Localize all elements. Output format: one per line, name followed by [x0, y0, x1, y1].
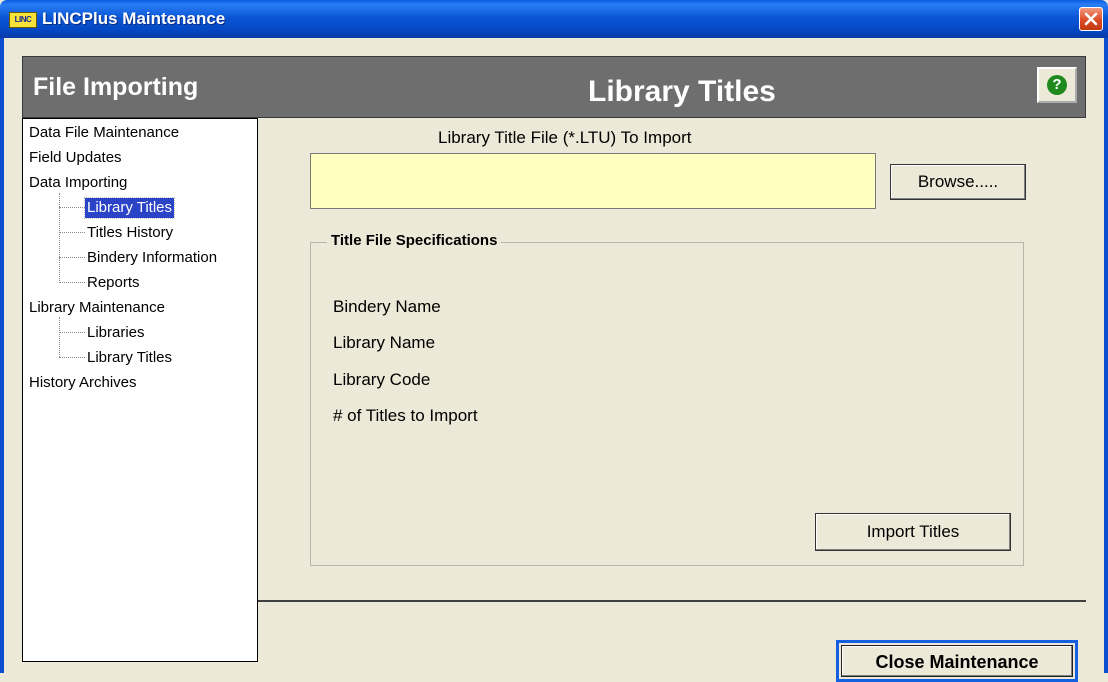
help-icon: ?: [1047, 75, 1067, 95]
tree-connector: [59, 332, 85, 333]
tree-connector: [59, 232, 85, 233]
section-title: File Importing: [33, 73, 199, 101]
main-panel: Library Title File (*.LTU) To Import Bro…: [258, 118, 1086, 602]
tree-connector: [59, 282, 85, 283]
page-title: Library Titles: [588, 75, 776, 108]
spec-library-name: Library Name: [333, 333, 436, 352]
close-window-button[interactable]: [1079, 7, 1103, 31]
spec-bindery-name: Bindery Name: [333, 297, 441, 316]
page-header: File Importing Library Titles ?: [22, 56, 1086, 118]
group-title: Title File Specifications: [327, 232, 502, 249]
tree-connector: [59, 357, 85, 358]
navigation-tree[interactable]: Data File Maintenance Field Updates Data…: [22, 118, 258, 662]
spec-title-count: # of Titles to Import: [333, 406, 478, 425]
title-file-specifications-group: Title File Specifications Bindery Name L…: [310, 232, 1024, 566]
browse-button[interactable]: Browse.....: [890, 164, 1026, 200]
tree-item-titles-history[interactable]: Titles History: [87, 223, 173, 243]
import-titles-label: Import Titles: [866, 522, 960, 541]
file-input-label: Library Title File (*.LTU) To Import: [438, 128, 692, 147]
window-frame-right: [1104, 38, 1108, 673]
close-maintenance-button[interactable]: Close Maintenance: [836, 640, 1078, 682]
tree-item-library-maintenance[interactable]: Library Maintenance: [29, 298, 165, 318]
tree-connector: [59, 207, 85, 208]
browse-button-label: Browse.....: [917, 172, 999, 191]
tree-item-bindery-information[interactable]: Bindery Information: [87, 248, 217, 268]
app-logo-icon: LINC: [9, 12, 37, 28]
tree-connector: [59, 317, 60, 357]
tree-item-history-archives[interactable]: History Archives: [29, 373, 137, 393]
tree-item-reports[interactable]: Reports: [87, 273, 140, 293]
spec-library-code: Library Code: [333, 370, 431, 389]
import-titles-button[interactable]: Import Titles: [815, 513, 1011, 551]
tree-item-field-updates[interactable]: Field Updates: [29, 148, 122, 168]
window-title: LINCPlus Maintenance: [42, 9, 226, 28]
tree-item-library-titles-import[interactable]: Library Titles: [83, 197, 176, 219]
window-frame-left: [0, 38, 4, 673]
tree-item-data-file-maintenance[interactable]: Data File Maintenance: [29, 123, 179, 143]
close-icon: [1084, 12, 1098, 26]
tree-item-data-importing[interactable]: Data Importing: [29, 173, 127, 193]
tree-connector: [59, 257, 85, 258]
file-path-input[interactable]: [310, 153, 876, 209]
help-button[interactable]: ?: [1037, 67, 1077, 103]
close-maintenance-label: Close Maintenance: [841, 645, 1073, 677]
tree-item-library-titles[interactable]: Library Titles: [87, 348, 172, 368]
tree-item-libraries[interactable]: Libraries: [87, 323, 145, 343]
title-bar: LINC LINCPlus Maintenance: [0, 0, 1108, 38]
